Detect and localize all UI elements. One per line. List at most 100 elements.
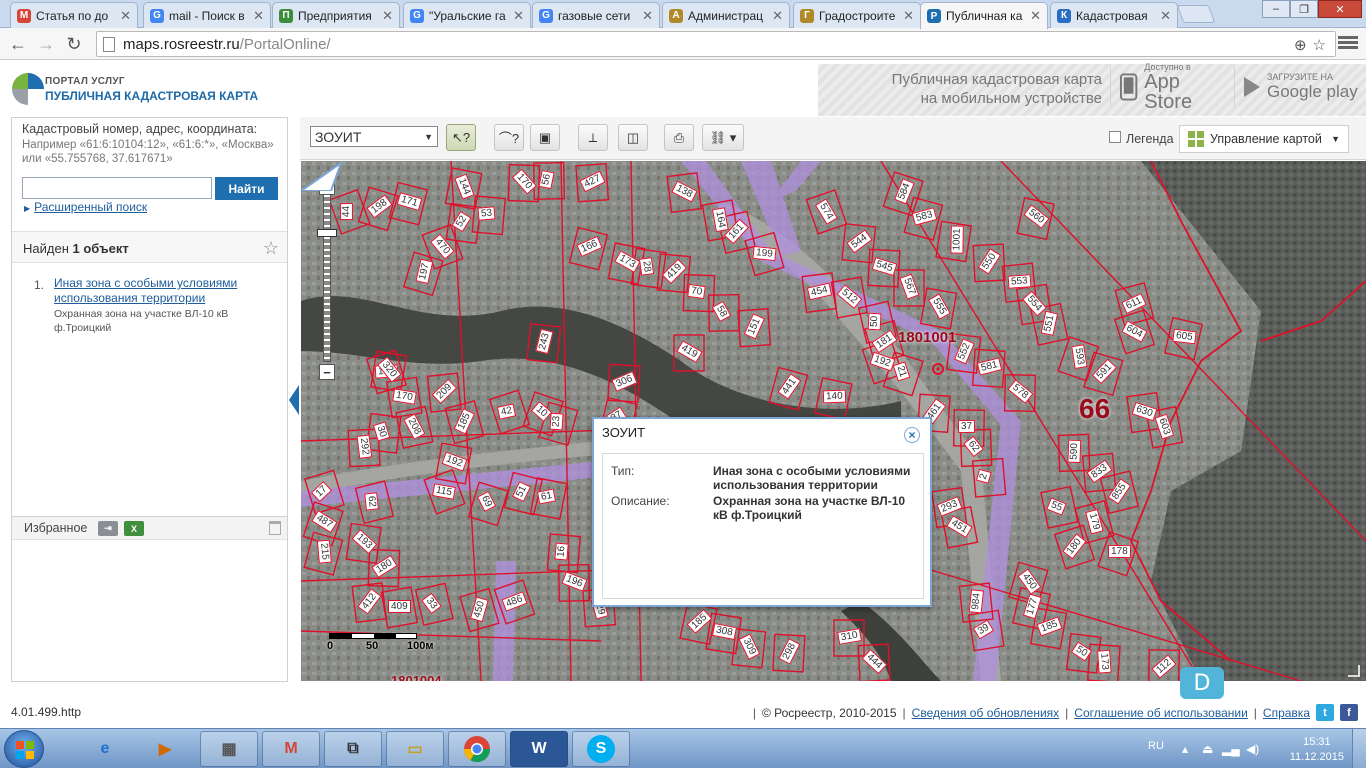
browser-tab[interactable]: Gmail - Поиск в ✕ [143,2,271,28]
legend-checkbox[interactable] [1109,131,1121,143]
show-hidden-icons-icon[interactable]: ▴ [1182,742,1188,756]
result-list: 1. Иная зона с особыми условиями использ… [30,276,280,335]
dictionary-d-icon[interactable]: D [1180,667,1224,699]
agreement-link[interactable]: Соглашение об использовании [1074,706,1248,720]
import-favorites-icon[interactable]: ⇥ [98,521,118,536]
show-desktop-button[interactable] [1352,729,1366,768]
chrome-icon[interactable] [448,731,506,767]
layers-grid-icon [1188,131,1204,147]
browser-tab[interactable]: Г Градостроите ✕ [793,2,921,28]
minimize-button[interactable]: – [1262,0,1290,18]
zoom-out-button[interactable]: − [319,364,335,380]
calculator-icon[interactable]: ▦ [200,731,258,767]
usb-icon[interactable]: ⏏ [1202,742,1213,756]
clock[interactable]: 15:31 11.12.2015 [1290,735,1344,765]
search-panel: Кадастровый номер, адрес, координата: На… [11,117,288,682]
site-icon: П [279,8,293,23]
portal-title[interactable]: ПУБЛИЧНАЯ КАДАСТРОВАЯ КАРТА [45,89,258,103]
trash-icon[interactable] [269,521,281,535]
zoom-icon[interactable]: ⊕ [1294,36,1307,54]
box-question-icon: ▣ [538,129,552,145]
signal-icon[interactable]: ▂▄ [1222,742,1240,756]
tab-close-icon[interactable]: ✕ [642,8,653,24]
zoom-slider[interactable] [323,194,331,362]
result-title-link[interactable]: Иная зона с особыми условиями использова… [54,276,280,306]
close-icon[interactable]: × [904,427,920,443]
appstore-button[interactable]: Доступно в App Store [1110,62,1230,112]
tab-close-icon[interactable]: ✕ [253,8,264,24]
address-bar[interactable]: maps.rosreestr.ru/PortalOnline/ [96,31,1336,57]
browser-toolbar: ← → ↻ maps.rosreestr.ru/PortalOnline/ ⊕ … [0,28,1366,60]
help-link[interactable]: Справка [1263,706,1310,720]
search-input[interactable] [22,177,212,199]
network-app-icon[interactable]: ⧉ [324,731,382,767]
mobile-promo-text: Публичная кадастровая карта на мобильном… [862,70,1102,108]
cadastral-map[interactable]: 44 198 171 144 52 53 170 56 427 138 164 161 199 574 58… [301,161,1366,681]
identify-cursor-button[interactable]: ↖? [446,124,476,151]
collapse-panel-handle[interactable] [289,385,299,415]
twitter-icon[interactable]: t [1316,704,1334,721]
tab-close-icon[interactable]: ✕ [120,8,131,24]
browser-tab[interactable]: К Кадастровая ✕ [1050,2,1178,28]
system-tray: RU ▴ ⏏ ▂▄ ◀) 15:31 11.12.2015 [1136,729,1366,768]
reload-icon[interactable]: ↻ [62,32,86,56]
language-indicator[interactable]: RU [1148,740,1164,752]
tab-close-icon[interactable]: ✕ [1160,8,1171,24]
popup-body: Тип: Иная зона с особыми условиями испол… [602,453,924,599]
parcel-number: 37 [957,419,976,434]
measure-identify-button[interactable]: ⌒? [494,124,524,151]
chevron-down-icon: ▼ [1331,134,1340,144]
measure-distance-button[interactable]: ⟂ [578,124,608,151]
chrome-menu-icon[interactable] [1338,34,1358,52]
parcel-number: 140 [822,389,846,404]
maximize-button[interactable]: ❐ [1290,0,1318,18]
portal-subtitle: ПОРТАЛ УСЛУГ [45,76,125,87]
advanced-search-link[interactable]: ▶ Расширенный поиск [24,200,147,214]
close-window-button[interactable]: ✕ [1318,0,1362,18]
parcel-number: 409 [388,600,411,613]
favorite-star-icon[interactable]: ☆ [263,238,279,259]
export-excel-icon[interactable]: X [124,521,144,536]
new-tab-button[interactable] [1176,5,1216,23]
gmail-app-icon[interactable]: M [262,731,320,767]
media-player-icon[interactable]: ▶ [136,731,194,767]
tab-close-icon[interactable]: ✕ [382,8,393,24]
browser-tab[interactable]: M Статья по до ✕ [10,2,138,28]
windows-taskbar: e ▶ ▦ M ⧉ ▭ W S RU ▴ ⏏ ▂▄ ◀) 15:31 11.12… [0,728,1366,768]
info-box-button[interactable]: ▣ [530,124,560,151]
measure-area-button[interactable]: ◫ [618,124,648,151]
tab-label: Кадастровая [1076,8,1148,23]
browser-tab[interactable]: Р Публичная ка ✕ [920,2,1048,29]
facebook-icon[interactable]: f [1340,704,1358,721]
browser-tab[interactable]: А Администрац ✕ [662,2,790,28]
parcel-number: 16 [554,542,569,561]
googleplay-button[interactable]: ЗАГРУЗИТЕ НА Google play [1234,67,1360,107]
search-button[interactable]: Найти [215,177,278,200]
map-control-button[interactable]: Управление картой ▼ [1179,125,1349,153]
resize-corner-icon[interactable] [1348,665,1360,677]
tab-label: Публичная ка [946,9,1023,23]
folder-icon[interactable]: ▭ [386,731,444,767]
internet-explorer-icon[interactable]: e [76,731,134,767]
link-button[interactable]: ⛓ ▾ [702,124,744,151]
zoom-slider-thumb[interactable] [317,229,337,237]
skype-icon[interactable]: S [572,731,630,767]
bookmark-star-icon[interactable]: ☆ [1313,36,1326,54]
updates-link[interactable]: Сведения об обновлениях [912,706,1060,720]
browser-tab[interactable]: G "Уральские га ✕ [403,2,531,28]
back-arrow-icon[interactable]: ← [6,32,30,56]
browser-tab[interactable]: П Предприятия ✕ [272,2,400,28]
start-button[interactable] [4,730,44,768]
forward-arrow-icon[interactable]: → [34,32,58,56]
area-ruler-icon: ◫ [626,129,640,145]
browser-tab[interactable]: Gгазовые сети ✕ [532,2,660,28]
tab-close-icon[interactable]: ✕ [772,8,783,24]
layer-select[interactable]: ЗОУИТ ▼ [310,126,438,147]
tab-close-icon[interactable]: ✕ [513,8,524,24]
tab-close-icon[interactable]: ✕ [903,8,914,24]
word-icon[interactable]: W [510,731,568,767]
tab-close-icon[interactable]: ✕ [1030,8,1041,24]
scale-bar [329,633,417,639]
volume-icon[interactable]: ◀) [1246,742,1259,756]
print-button[interactable]: ⎙ [664,124,694,151]
